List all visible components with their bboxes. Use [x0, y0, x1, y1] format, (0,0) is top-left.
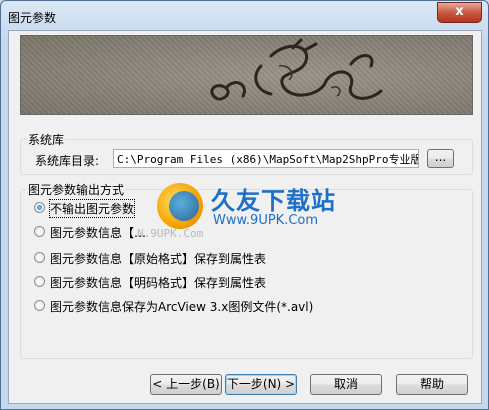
radio-button[interactable] — [34, 252, 45, 263]
close-button[interactable]: x — [437, 2, 482, 23]
back-button[interactable]: < 上一步(B) — [150, 374, 222, 395]
radio-label: 图元参数信息【明码格式】保存到属性表 — [50, 276, 267, 290]
radio-label: 图元参数信息【… — [50, 226, 147, 240]
dialog-client-area: 系统库 系统库目录: C:\Program Files (x86)\MapSof… — [8, 30, 482, 404]
library-dir-field[interactable]: C:\Program Files (x86)\MapSoft\Map2ShpPr… — [113, 149, 419, 168]
help-button[interactable]: 帮助 — [396, 374, 468, 395]
system-library-group-title: 系统库 — [27, 131, 66, 148]
watermark-logo: 久友下载站 Www.9UPK.Com — [157, 183, 371, 237]
dragon-banner-image — [20, 35, 473, 115]
radio-label: 不输出图元参数 — [48, 199, 136, 218]
radio-button-checked[interactable] — [34, 202, 45, 213]
dragon-emblem-icon — [210, 38, 383, 101]
next-button[interactable]: 下一步(N) > — [225, 374, 297, 395]
radio-label: 图元参数信息【原始格式】保存到属性表 — [50, 252, 267, 266]
cancel-button[interactable]: 取消 — [310, 374, 382, 395]
watermark-title: 久友下载站 — [211, 187, 336, 215]
radio-button[interactable] — [34, 226, 45, 237]
radio-button[interactable] — [34, 300, 45, 311]
browse-button[interactable]: ... — [427, 149, 454, 168]
radio-label: 图元参数信息保存为ArcView 3.x图例文件(*.avl) — [50, 300, 314, 314]
window-title: 图元参数 — [8, 11, 57, 25]
site-logo-icon — [157, 183, 203, 229]
library-dir-label: 系统库目录: — [35, 154, 100, 168]
dialog-window: 图元参数 x 系统库 系统库目录: C:\Program Files (x86)… — [0, 0, 489, 410]
watermark-url: Www.9UPK.Com — [213, 213, 319, 228]
close-icon: x — [455, 4, 464, 19]
title-bar[interactable]: 图元参数 x — [1, 1, 488, 31]
radio-button[interactable] — [34, 276, 45, 287]
output-mode-group-title: 图元参数输出方式 — [27, 181, 126, 198]
